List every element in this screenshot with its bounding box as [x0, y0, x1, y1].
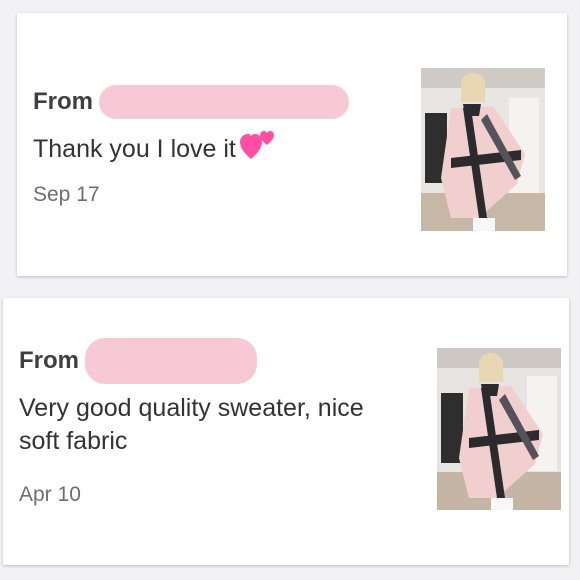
redacted-sender-name	[99, 85, 349, 119]
review-message: Thank you I love it	[33, 131, 276, 170]
review-message-text: Thank you I love it	[33, 135, 236, 164]
review-date: Sep 17	[33, 183, 100, 206]
sender-row: From	[19, 338, 257, 384]
product-photo[interactable]	[421, 68, 545, 231]
two-hearts-icon	[239, 131, 276, 170]
review-card[interactable]: From Very good quality sweater, nice sof…	[3, 298, 569, 565]
sender-row: From	[33, 85, 349, 119]
from-label: From	[19, 347, 79, 374]
product-photo[interactable]	[437, 348, 561, 510]
from-label: From	[33, 88, 93, 115]
review-date: Apr 10	[19, 483, 81, 506]
review-card[interactable]: From Thank you I love it Sep 17	[17, 13, 567, 276]
review-message: Very good quality sweater, nice soft fab…	[19, 394, 364, 455]
redacted-sender-name	[85, 338, 257, 384]
